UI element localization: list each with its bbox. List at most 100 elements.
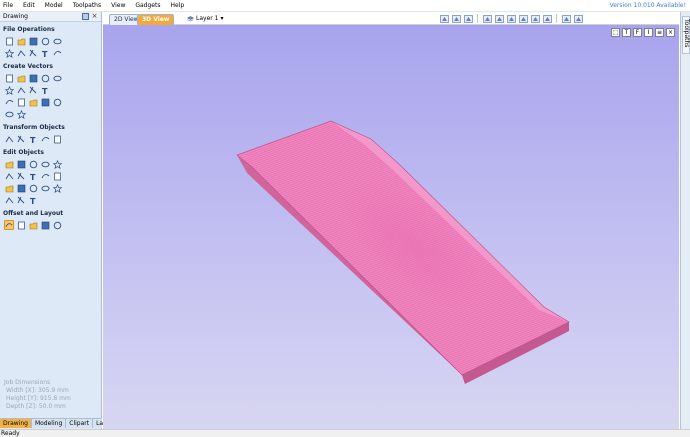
close-icon[interactable]: × xyxy=(666,28,675,37)
curve-icon[interactable] xyxy=(28,85,38,95)
interactive-select-icon[interactable] xyxy=(28,159,38,169)
scale-icon[interactable] xyxy=(40,134,50,144)
pan-icon[interactable] xyxy=(530,14,540,23)
polyline-icon[interactable] xyxy=(4,85,14,95)
menu-file[interactable]: File xyxy=(0,0,18,12)
new-file-icon[interactable] xyxy=(4,36,14,46)
right-view-icon[interactable] xyxy=(494,14,504,23)
job-depth: Depth [Z]: 50.0 mm xyxy=(6,403,66,410)
pin-icon[interactable] xyxy=(82,13,89,20)
panel-title: Drawing xyxy=(3,13,28,20)
menu-edit[interactable]: Edit xyxy=(18,0,40,12)
text-on-curve-icon[interactable] xyxy=(16,97,26,107)
layer-dropdown[interactable]: Layer 1 ▾ xyxy=(187,14,223,23)
nest-icon[interactable] xyxy=(4,195,14,205)
scissors-icon[interactable] xyxy=(40,171,50,181)
menu-toolpaths[interactable]: Toolpaths xyxy=(68,0,106,12)
grid-icon[interactable] xyxy=(463,14,473,23)
offset-layout-icon[interactable] xyxy=(4,220,14,230)
dimension-icon[interactable] xyxy=(40,97,50,107)
spiral-icon[interactable]: T xyxy=(40,85,50,95)
chevron-down-icon: ▾ xyxy=(220,15,224,22)
close-vector-icon[interactable] xyxy=(52,171,62,181)
arc-icon[interactable] xyxy=(16,85,26,95)
zoom-icon[interactable] xyxy=(518,14,528,23)
panel-tabs: Drawing Modeling Clipart Layers xyxy=(0,418,120,428)
offset-icon[interactable] xyxy=(16,171,26,181)
save-icon[interactable] xyxy=(28,36,38,46)
svg-text:T: T xyxy=(42,50,48,58)
curve-fit-icon[interactable] xyxy=(16,183,26,193)
open-folder-icon[interactable] xyxy=(40,36,50,46)
top-icon[interactable]: T xyxy=(622,28,631,37)
version-notice-link[interactable]: Version 10.010 Available! xyxy=(610,0,686,12)
group-icon[interactable] xyxy=(16,48,26,58)
tab-drawing[interactable]: Drawing xyxy=(0,419,32,428)
menu-help[interactable]: Help xyxy=(165,0,189,12)
ungroup-icon[interactable] xyxy=(40,159,50,169)
3d-model[interactable] xyxy=(103,25,679,429)
rotate-icon[interactable] xyxy=(52,134,62,144)
iso-icon[interactable]: I xyxy=(644,28,653,37)
lighting-icon[interactable] xyxy=(573,14,583,23)
circle-icon[interactable] xyxy=(4,73,14,83)
nesting-icon[interactable] xyxy=(40,220,50,230)
layer-name: Layer 1 xyxy=(196,15,219,22)
distort-icon[interactable]: T xyxy=(28,195,38,205)
ellipse-icon[interactable] xyxy=(16,73,26,83)
weld-icon[interactable] xyxy=(52,159,62,169)
tab-modeling[interactable]: Modeling xyxy=(32,419,67,428)
select-arrow-icon[interactable] xyxy=(4,159,14,169)
align-icon[interactable] xyxy=(16,134,26,144)
tool-row xyxy=(0,96,101,108)
duplicate-icon[interactable] xyxy=(28,48,38,58)
text-icon[interactable] xyxy=(4,97,14,107)
redo-icon[interactable] xyxy=(52,48,62,58)
open-file-icon[interactable] xyxy=(16,36,26,46)
front-icon[interactable]: F xyxy=(633,28,642,37)
polygon-icon[interactable] xyxy=(40,73,50,83)
close-icon[interactable]: × xyxy=(91,13,98,20)
3d-viewport[interactable]: ⬚ T F I ≡ × xyxy=(103,25,679,429)
fillet-icon[interactable] xyxy=(4,109,14,119)
tool-sections: File Operations T Create Vectors T Transform… xyxy=(0,22,101,231)
menu-view[interactable]: View xyxy=(106,0,130,12)
rotate-view-icon[interactable] xyxy=(542,14,552,23)
select-all-icon[interactable] xyxy=(4,48,14,58)
copy-along-icon[interactable] xyxy=(16,220,26,230)
zoom-extents-icon[interactable] xyxy=(506,14,516,23)
table-icon[interactable] xyxy=(52,97,62,107)
smooth-icon[interactable] xyxy=(4,183,14,193)
options-icon[interactable]: ≡ xyxy=(655,28,664,37)
array-icon[interactable] xyxy=(16,195,26,205)
tab-clipart[interactable]: Clipart xyxy=(66,419,94,428)
tool-row xyxy=(0,108,101,120)
rectangle-icon[interactable] xyxy=(28,73,38,83)
node-edit-icon[interactable] xyxy=(16,159,26,169)
trim-icon[interactable] xyxy=(4,171,14,181)
shading-icon[interactable] xyxy=(561,14,571,23)
iso-view-icon[interactable] xyxy=(439,14,449,23)
view-cube-icon[interactable]: ⬚ xyxy=(611,28,620,37)
import-icon[interactable] xyxy=(52,36,62,46)
toolpaths-tab[interactable]: Toolpaths xyxy=(682,16,690,54)
boundary-icon[interactable] xyxy=(52,183,62,193)
tab-3d-view[interactable]: 3D View xyxy=(137,14,175,25)
auto-layout-text-icon[interactable] xyxy=(28,97,38,107)
undo-icon[interactable]: T xyxy=(40,48,50,58)
grid-layout-icon[interactable] xyxy=(52,220,62,230)
join-icon[interactable]: T xyxy=(28,171,38,181)
star-icon[interactable] xyxy=(52,73,62,83)
tool-row xyxy=(0,219,101,231)
top-view-icon[interactable] xyxy=(451,14,461,23)
extend-icon[interactable] xyxy=(28,183,38,193)
menu-model[interactable]: Model xyxy=(40,0,68,12)
break-icon[interactable] xyxy=(40,183,50,193)
front-view-icon[interactable] xyxy=(482,14,492,23)
step-repeat-icon[interactable] xyxy=(28,220,38,230)
move-icon[interactable] xyxy=(4,134,14,144)
tool-row: T xyxy=(0,84,101,96)
menu-gadgets[interactable]: Gadgets xyxy=(130,0,165,12)
measure-icon[interactable] xyxy=(16,109,26,119)
mirror-icon[interactable]: T xyxy=(28,134,38,144)
